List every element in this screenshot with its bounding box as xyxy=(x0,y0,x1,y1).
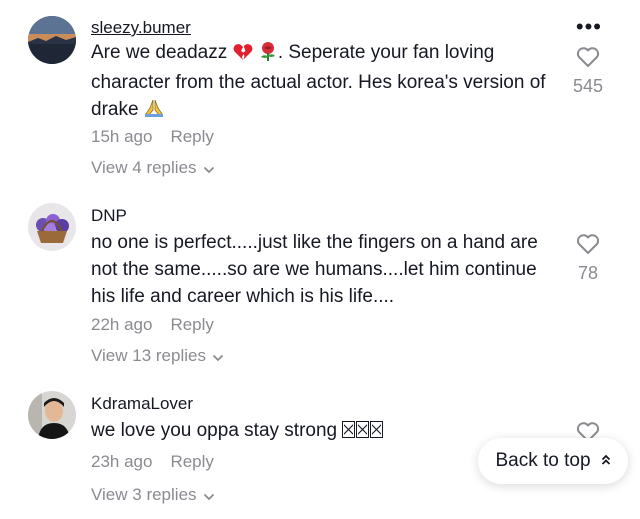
comment-username[interactable]: DNP xyxy=(91,206,127,226)
view-replies-button[interactable]: View 4 replies xyxy=(91,158,215,179)
view-replies-button[interactable]: View 3 replies xyxy=(91,485,215,506)
missing-glyph-icons xyxy=(342,420,384,441)
rose-icon xyxy=(258,41,278,69)
heart-icon xyxy=(576,47,600,67)
reply-button[interactable]: Reply xyxy=(170,127,213,146)
view-replies-button[interactable]: View 13 replies xyxy=(91,346,224,367)
view-replies-label: View 13 replies xyxy=(91,346,206,365)
comment-time: 15h ago xyxy=(91,127,153,146)
view-replies-label: View 4 replies xyxy=(91,158,197,177)
avatar[interactable] xyxy=(28,203,76,251)
comment-text: we love you oppa stay strong xyxy=(91,417,551,444)
comment-text-part: we love you oppa stay strong xyxy=(91,420,338,441)
view-replies-label: View 3 replies xyxy=(91,485,197,504)
comment-time: 22h ago xyxy=(91,315,153,334)
comment-meta: 15h ago Reply xyxy=(91,127,214,147)
heart-icon xyxy=(576,234,600,254)
more-options-icon[interactable]: ••• xyxy=(576,16,602,38)
avatar[interactable] xyxy=(28,391,76,439)
comment-text: no one is perfect.....just like the fing… xyxy=(91,232,538,307)
folded-hands-icon xyxy=(144,98,164,126)
chevron-down-icon xyxy=(212,347,224,367)
avatar[interactable] xyxy=(28,16,76,64)
comment-time: 23h ago xyxy=(91,452,153,471)
double-chevron-up-icon xyxy=(601,453,611,469)
comment-text-part: Are we deadazz xyxy=(91,42,228,63)
like-count: 545 xyxy=(572,76,604,96)
reply-button[interactable]: Reply xyxy=(170,452,213,471)
chevron-down-icon xyxy=(203,159,215,179)
reply-button[interactable]: Reply xyxy=(170,315,213,334)
broken-heart-icon xyxy=(233,42,253,69)
comment-meta: 22h ago Reply xyxy=(91,315,214,335)
like-button[interactable]: 78 xyxy=(558,233,618,284)
comment-text: Are we deadazz . Seperate your fan lovin… xyxy=(91,39,551,126)
comment-meta: 23h ago Reply xyxy=(91,452,214,472)
like-count: 78 xyxy=(577,263,599,283)
back-to-top-button[interactable]: Back to top xyxy=(478,438,628,484)
chevron-down-icon xyxy=(203,486,215,506)
back-to-top-label: Back to top xyxy=(495,450,591,471)
comment-username[interactable]: KdramaLover xyxy=(91,394,193,414)
like-button[interactable]: 545 xyxy=(558,46,618,97)
comment-username[interactable]: sleezy.bumer xyxy=(91,18,191,38)
